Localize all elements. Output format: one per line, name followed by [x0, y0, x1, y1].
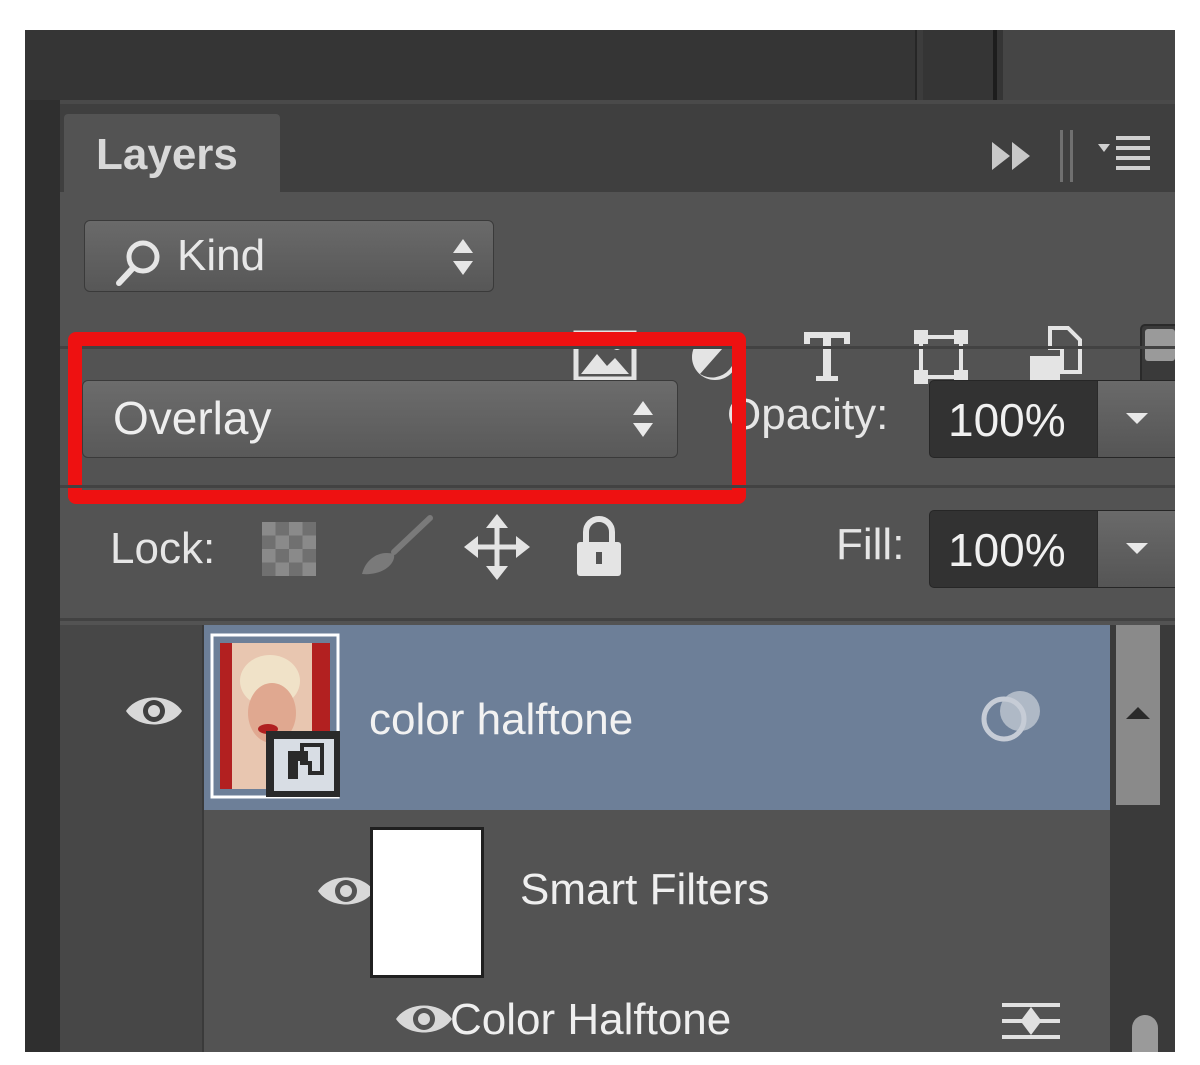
lock-label: Lock: [110, 524, 216, 573]
opacity-value: 100% [948, 394, 1066, 446]
scrollbar-thumb[interactable] [1132, 1015, 1158, 1052]
smart-object-filter-icon[interactable] [1026, 326, 1082, 388]
filter-row: Kind [60, 192, 1175, 400]
highlight-annotation [68, 332, 746, 504]
smart-filters-label: Smart Filters [520, 865, 770, 914]
opacity-label: Opacity: [727, 390, 889, 439]
shape-filter-icon[interactable] [912, 328, 970, 386]
panel-divider [993, 30, 997, 100]
scroll-up-track[interactable] [1116, 625, 1160, 805]
lock-image-pixels-icon[interactable] [356, 514, 436, 580]
lock-position-icon[interactable] [464, 514, 530, 580]
layers-list: color halftone Smart Filters Color Halft… [60, 625, 1175, 1052]
panel-tab-bar: Layers [60, 100, 1175, 196]
search-icon [116, 240, 160, 286]
eye-icon[interactable] [124, 691, 184, 731]
type-filter-icon[interactable] [800, 328, 854, 384]
layers-panel: Layers Kind Overlay Opacity: 100% Lock: … [60, 100, 1175, 1052]
panel-divider [60, 618, 1175, 621]
fill-field[interactable]: 100% [929, 510, 1175, 588]
tab-layers[interactable]: Layers [64, 114, 280, 196]
panel-divider [915, 30, 923, 100]
lock-all-icon[interactable] [574, 514, 624, 578]
filter-kind-label: Kind [177, 231, 266, 280]
eye-icon[interactable] [394, 999, 454, 1039]
smart-filters-mask-thumbnail[interactable] [370, 827, 484, 978]
top-strip [25, 30, 1175, 100]
chevron-up-icon[interactable] [1126, 705, 1150, 721]
layers-scrollbar[interactable] [1110, 625, 1175, 1052]
filter-blending-options-icon[interactable] [1000, 999, 1062, 1043]
panel-divider [60, 485, 1175, 488]
panel-menu-icon[interactable] [1096, 134, 1152, 176]
fill-value: 100% [948, 524, 1066, 576]
layer-row-selected[interactable]: color halftone [204, 625, 1110, 810]
app-frame: Layers Kind Overlay Opacity: 100% Lock: … [25, 30, 1175, 1052]
chevron-updown-icon [453, 239, 473, 275]
fill-dropdown-button[interactable] [1097, 511, 1175, 587]
layer-name: color halftone [369, 695, 634, 744]
top-right-area [1003, 30, 1175, 100]
opacity-dropdown-button[interactable] [1097, 381, 1175, 457]
chevron-down-icon [1126, 543, 1148, 554]
visibility-column [60, 625, 204, 1052]
panel-grip-icon [1060, 130, 1073, 182]
lock-transparent-pixels-icon[interactable] [262, 522, 316, 576]
filter-name: Color Halftone [450, 995, 732, 1044]
chevron-down-icon [1126, 413, 1148, 424]
opacity-field[interactable]: 100% [929, 380, 1175, 458]
collapse-panel-icon[interactable] [990, 138, 1036, 174]
eye-icon[interactable] [316, 871, 376, 911]
fill-label: Fill: [836, 520, 905, 569]
layer-thumbnail [210, 633, 340, 799]
blend-if-icon[interactable] [980, 687, 1044, 743]
filter-kind-select[interactable]: Kind [84, 220, 494, 292]
tab-layers-label: Layers [96, 130, 238, 179]
